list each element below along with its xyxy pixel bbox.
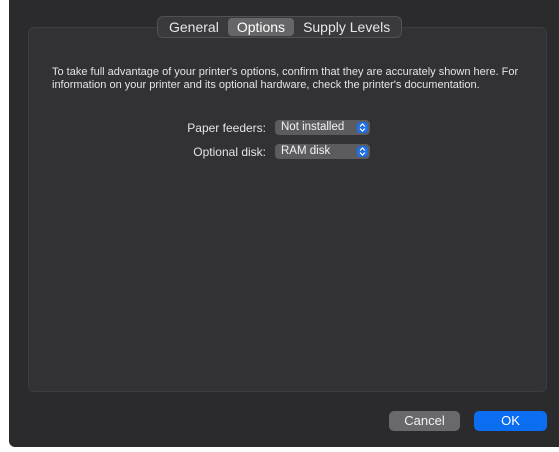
- paper-feeders-label: Paper feeders:: [187, 120, 266, 135]
- chevron-up-down-icon: [357, 146, 368, 157]
- options-description: To take full advantage of your printer's…: [52, 66, 519, 91]
- chevron-up-down-icon: [357, 122, 368, 133]
- cancel-button[interactable]: Cancel: [389, 411, 460, 431]
- tab-general[interactable]: General: [160, 18, 228, 36]
- paper-feeders-row: Paper feeders: Not installed: [9, 120, 370, 135]
- optional-disk-label: Optional disk:: [193, 144, 266, 159]
- optional-disk-row: Optional disk: RAM disk: [9, 144, 370, 159]
- tab-bar: General Options Supply Levels: [157, 16, 403, 38]
- optional-disk-value: RAM disk: [281, 145, 331, 157]
- paper-feeders-value: Not installed: [281, 121, 345, 133]
- optional-disk-popup[interactable]: RAM disk: [275, 144, 370, 159]
- tab-supply-levels[interactable]: Supply Levels: [294, 18, 399, 36]
- ok-button[interactable]: OK: [474, 411, 547, 431]
- tab-options[interactable]: Options: [227, 18, 295, 36]
- paper-feeders-popup[interactable]: Not installed: [275, 120, 370, 135]
- printer-options-sheet: General Options Supply Levels To take fu…: [9, 0, 559, 447]
